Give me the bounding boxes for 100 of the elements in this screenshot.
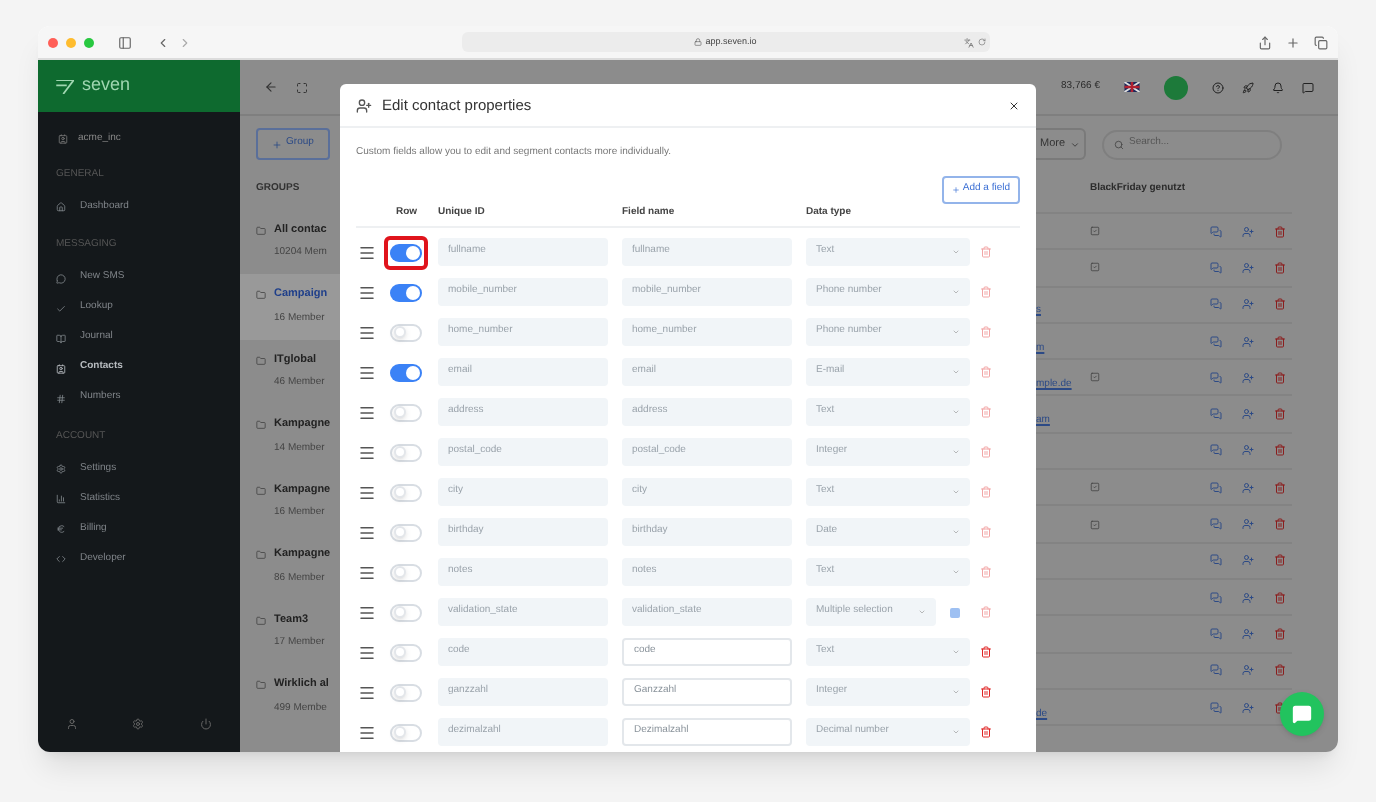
back-arrow-icon[interactable] <box>264 80 278 94</box>
bell-icon[interactable] <box>1272 81 1284 93</box>
delete-icon[interactable] <box>1274 298 1286 311</box>
messages-icon[interactable] <box>1210 335 1222 348</box>
delete-icon[interactable] <box>1274 408 1286 421</box>
delete-icon[interactable] <box>980 446 992 458</box>
delete-icon[interactable] <box>1274 701 1286 713</box>
drag-handle-icon[interactable] <box>358 283 376 301</box>
sidebar-toggle-icon[interactable] <box>118 35 132 49</box>
delete-icon[interactable] <box>1274 627 1286 640</box>
toggle-switch[interactable] <box>390 443 422 461</box>
close-icon[interactable] <box>1008 99 1020 111</box>
delete-icon[interactable] <box>980 486 992 498</box>
forward-icon[interactable] <box>178 35 192 49</box>
user-plus-icon[interactable] <box>1242 481 1254 494</box>
delete-icon[interactable] <box>980 326 992 338</box>
user-plus-icon[interactable] <box>1242 225 1254 238</box>
delete-icon[interactable] <box>980 286 992 298</box>
drag-handle-icon[interactable] <box>358 723 376 741</box>
delete-icon[interactable] <box>1274 335 1286 348</box>
drag-handle-icon[interactable] <box>358 443 376 461</box>
toggle-switch[interactable] <box>390 603 422 621</box>
messages-icon[interactable] <box>1210 408 1222 421</box>
avatar[interactable] <box>1164 75 1188 99</box>
delete-icon[interactable] <box>1274 371 1286 384</box>
tabs-overview-icon[interactable] <box>1314 35 1328 49</box>
translate-icon[interactable] <box>963 37 973 47</box>
messages-icon[interactable] <box>1210 518 1222 531</box>
messages-icon[interactable] <box>1210 627 1222 640</box>
messages-icon[interactable] <box>1210 554 1222 567</box>
user-plus-icon[interactable] <box>1242 627 1254 640</box>
user-plus-icon[interactable] <box>1242 554 1254 567</box>
drag-handle-icon[interactable] <box>358 243 376 261</box>
messages-icon[interactable] <box>1210 444 1222 457</box>
delete-icon[interactable] <box>1274 481 1286 494</box>
toggle-switch[interactable] <box>390 283 422 301</box>
drag-handle-icon[interactable] <box>358 403 376 421</box>
user-plus-icon[interactable] <box>1242 371 1254 384</box>
delete-icon[interactable] <box>1274 591 1286 604</box>
user-plus-icon[interactable] <box>1242 261 1254 274</box>
new-tab-icon[interactable] <box>1286 35 1300 49</box>
messages-icon[interactable] <box>1210 261 1222 274</box>
user-plus-icon[interactable] <box>1242 408 1254 421</box>
help-icon[interactable] <box>1212 81 1224 93</box>
delete-icon[interactable] <box>980 246 992 258</box>
drag-handle-icon[interactable] <box>358 683 376 701</box>
message-icon[interactable] <box>1302 81 1314 93</box>
toggle-switch[interactable] <box>390 683 422 701</box>
delete-icon[interactable] <box>980 726 992 738</box>
delete-icon[interactable] <box>980 566 992 578</box>
toggle-switch[interactable] <box>390 363 422 381</box>
messages-icon[interactable] <box>1210 225 1222 238</box>
drag-handle-icon[interactable] <box>358 323 376 341</box>
messages-icon[interactable] <box>1210 298 1222 311</box>
drag-handle-icon[interactable] <box>358 603 376 621</box>
reload-icon[interactable] <box>977 38 985 46</box>
messages-icon[interactable] <box>1210 371 1222 384</box>
delete-icon[interactable] <box>1274 225 1286 238</box>
delete-icon[interactable] <box>980 686 992 698</box>
toggle-switch[interactable] <box>390 523 422 541</box>
drag-handle-icon[interactable] <box>358 483 376 501</box>
toggle-switch[interactable] <box>390 323 422 341</box>
user-plus-icon[interactable] <box>1242 298 1254 311</box>
options-icon[interactable] <box>950 607 960 617</box>
user-plus-icon[interactable] <box>1242 591 1254 604</box>
toggle-switch[interactable] <box>390 243 422 261</box>
user-plus-icon[interactable] <box>1242 335 1254 348</box>
toggle-switch[interactable] <box>390 643 422 661</box>
share-icon[interactable] <box>1258 35 1272 49</box>
user-plus-icon[interactable] <box>1242 444 1254 457</box>
drag-handle-icon[interactable] <box>358 363 376 381</box>
toggle-switch[interactable] <box>390 483 422 501</box>
power-icon[interactable] <box>200 718 213 730</box>
delete-icon[interactable] <box>980 606 992 618</box>
user-plus-icon[interactable] <box>1242 701 1254 713</box>
delete-icon[interactable] <box>1274 554 1286 567</box>
back-icon[interactable] <box>156 35 170 49</box>
delete-icon[interactable] <box>1274 444 1286 457</box>
rocket-icon[interactable] <box>1242 81 1254 93</box>
settings-icon[interactable] <box>132 718 145 730</box>
user-icon[interactable] <box>65 718 78 730</box>
delete-icon[interactable] <box>980 526 992 538</box>
flag-icon[interactable] <box>1124 82 1140 92</box>
drag-handle-icon[interactable] <box>358 523 376 541</box>
messages-icon[interactable] <box>1210 664 1222 677</box>
delete-icon[interactable] <box>980 406 992 418</box>
messages-icon[interactable] <box>1210 591 1222 604</box>
delete-icon[interactable] <box>980 646 992 658</box>
delete-icon[interactable] <box>1274 261 1286 274</box>
delete-icon[interactable] <box>980 366 992 378</box>
messages-icon[interactable] <box>1210 481 1222 494</box>
drag-handle-icon[interactable] <box>358 643 376 661</box>
toggle-switch[interactable] <box>390 563 422 581</box>
user-plus-icon[interactable] <box>1242 664 1254 677</box>
drag-handle-icon[interactable] <box>358 563 376 581</box>
messages-icon[interactable] <box>1210 701 1222 713</box>
delete-icon[interactable] <box>1274 664 1286 677</box>
toggle-switch[interactable] <box>390 403 422 421</box>
user-plus-icon[interactable] <box>1242 518 1254 531</box>
delete-icon[interactable] <box>1274 518 1286 531</box>
